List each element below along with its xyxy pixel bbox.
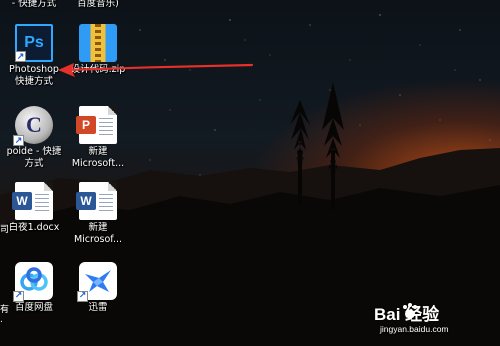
poide-glyph-text: C (26, 112, 42, 137)
ppt-file-label: 新建 Microsoft... (71, 146, 125, 169)
poide-label: poide - 快捷 方式 (6, 146, 62, 169)
cutoff-label-text: - 快捷方式 (11, 0, 57, 9)
document-lines (99, 194, 113, 212)
cutoff-label-left: - 快捷方式 (2, 0, 66, 10)
edge-fragment: 司 (0, 225, 10, 235)
zip-archive-label: 设计代码.zip (70, 64, 126, 75)
baidu-netdisk-label: 百度网盘 (14, 302, 53, 313)
powerpoint-badge: P (76, 116, 96, 134)
zip-archive[interactable]: 设计代码.zip (66, 24, 130, 76)
shortcut-arrow-icon: ↗ (77, 291, 88, 302)
word-file-baiye[interactable]: W 白夜1.docx (2, 182, 66, 234)
watermark-url: jingyan.baidu.com (380, 324, 449, 334)
document-lines (35, 194, 49, 212)
xunlei[interactable]: ↗ 迅雷 (66, 262, 130, 314)
edge-fragment: . (0, 315, 3, 325)
word-file-icon: W (12, 182, 53, 220)
xunlei-icon: ↗ (77, 262, 117, 302)
cutoff-label-right: 百度音乐) (66, 0, 130, 10)
xunlei-label: 迅雷 (88, 302, 108, 313)
word-badge: W (12, 192, 32, 210)
word-file-baiye-label: 白夜1.docx (8, 222, 60, 233)
word-file-new[interactable]: W 新建 Microsof... (66, 182, 130, 246)
shortcut-arrow-icon: ↗ (15, 51, 26, 62)
baidu-netdisk-icon: ↗ (13, 262, 53, 302)
baidu-netdisk[interactable]: ↗ 百度网盘 (2, 262, 66, 314)
paw-icon (403, 303, 417, 319)
baidu-jingyan-watermark: Bai 经验 jingyan.baidu.com (372, 300, 492, 340)
photoshop-label: Photoshop 快捷方式 (9, 64, 59, 87)
poide-shortcut[interactable]: C ↗ poide - 快捷 方式 (2, 106, 66, 170)
word-file-new-label: 新建 Microsof... (73, 222, 123, 245)
word-file-icon: W (76, 182, 117, 220)
shortcut-arrow-icon: ↗ (13, 135, 24, 146)
edge-fragment: 有 (0, 305, 10, 315)
ppt-file[interactable]: P 新建 Microsoft... (66, 106, 130, 170)
powerpoint-file-icon: P (76, 106, 117, 144)
photoshop-shortcut[interactable]: Ps ↗ Photoshop 快捷方式 (2, 24, 66, 88)
zip-archive-icon (79, 24, 117, 62)
document-lines (99, 118, 113, 136)
photoshop-glyph-text: Ps (24, 34, 44, 51)
shortcut-arrow-icon: ↗ (13, 291, 24, 302)
cutoff-label-text: 百度音乐) (77, 0, 119, 9)
poide-icon: C ↗ (13, 106, 53, 146)
word-badge: W (76, 192, 96, 210)
desktop-background: - 快捷方式 百度音乐) Ps ↗ Photoshop 快捷方式 设计代码.zi… (0, 0, 500, 346)
photoshop-icon: Ps ↗ (15, 24, 53, 62)
